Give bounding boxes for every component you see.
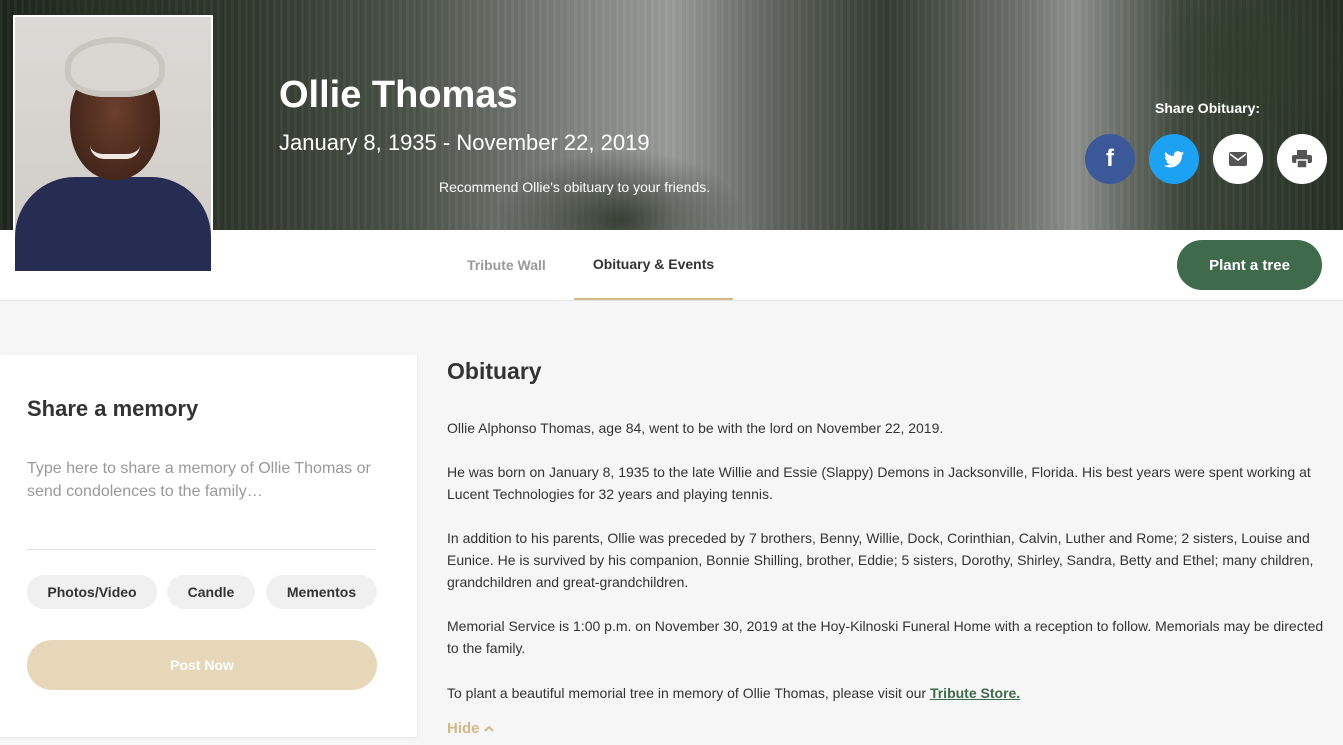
obituary-paragraph: In addition to his parents, Ollie was pr… xyxy=(447,530,1314,590)
mementos-button[interactable]: Mementos xyxy=(266,575,377,609)
obituary-title: Obituary xyxy=(447,358,542,384)
print-button[interactable] xyxy=(1277,134,1327,184)
share-memory-panel: Share a memory Photos/Video Candle Memen… xyxy=(0,355,417,737)
twitter-icon xyxy=(1164,150,1184,167)
candle-button[interactable]: Candle xyxy=(167,575,255,609)
twitter-share-button[interactable] xyxy=(1149,134,1199,184)
profile-photo xyxy=(13,15,213,273)
print-icon xyxy=(1292,150,1312,168)
email-share-button[interactable] xyxy=(1213,134,1263,184)
share-obituary-label: Share Obituary: xyxy=(1155,100,1261,116)
memory-input[interactable] xyxy=(27,457,376,550)
tribute-store-link[interactable]: Tribute Store. xyxy=(930,685,1020,701)
recommend-text: Recommend Ollie's obituary to your frien… xyxy=(439,179,711,195)
photos-video-button[interactable]: Photos/Video xyxy=(27,575,157,609)
hide-toggle[interactable]: Hide xyxy=(447,720,494,737)
post-now-button[interactable]: Post Now xyxy=(27,640,377,690)
tribute-store-paragraph: To plant a beautiful memorial tree in me… xyxy=(447,682,1327,704)
tab-tribute-wall[interactable]: Tribute Wall xyxy=(467,230,546,300)
chevron-up-icon xyxy=(483,725,494,732)
obituary-paragraph: He was born on January 8, 1935 to the la… xyxy=(447,464,1311,502)
facebook-icon: f xyxy=(1106,145,1114,172)
plant-a-tree-button[interactable]: Plant a tree xyxy=(1177,240,1322,290)
email-icon xyxy=(1229,152,1247,166)
tribute-store-text: To plant a beautiful memorial tree in me… xyxy=(447,685,927,701)
obituary-paragraph: Ollie Alphonso Thomas, age 84, went to b… xyxy=(447,420,944,436)
hide-label: Hide xyxy=(447,720,480,737)
obituary-paragraph: Memorial Service is 1:00 p.m. on Novembe… xyxy=(447,618,1324,656)
tab-obituary-events[interactable]: Obituary & Events xyxy=(574,230,733,300)
facebook-share-button[interactable]: f xyxy=(1085,134,1135,184)
share-memory-title: Share a memory xyxy=(27,396,199,421)
deceased-name: Ollie Thomas xyxy=(279,74,518,116)
life-dates: January 8, 1935 - November 22, 2019 xyxy=(279,130,650,155)
